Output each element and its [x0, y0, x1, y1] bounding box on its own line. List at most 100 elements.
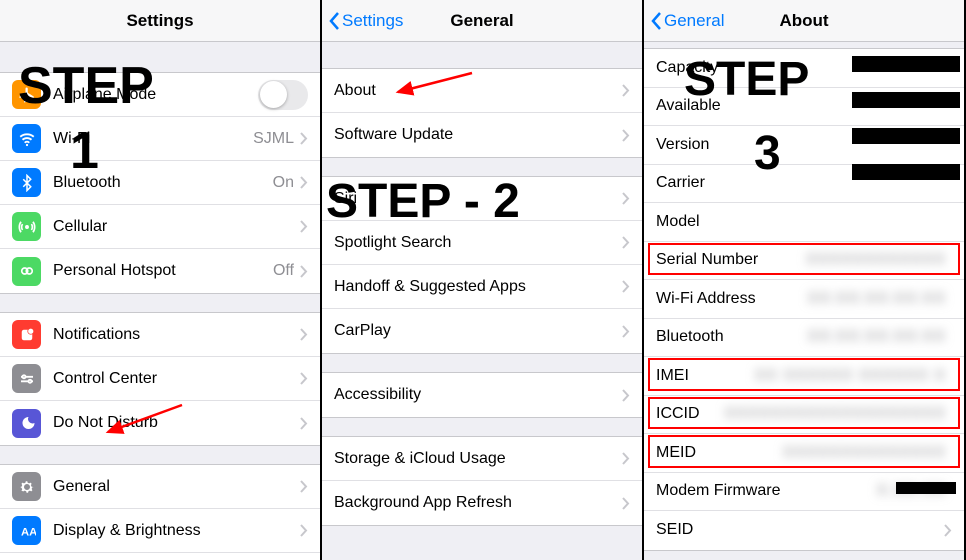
row-wallpaper[interactable]: Wallpaper — [0, 553, 320, 560]
chevron-right-icon — [300, 176, 308, 189]
about-row-meid: MEIDXXXXXXXXXXXXXX — [644, 434, 964, 473]
row-label: Cellular — [53, 218, 300, 236]
row-label: Model — [656, 213, 946, 231]
general-pane: Settings General About Software Update S… — [322, 0, 644, 560]
settings-group-general: General AA Display & Brightness Wallpape… — [0, 464, 320, 560]
row-label: Bluetooth — [53, 174, 273, 192]
general-group-3: Accessibility — [322, 372, 642, 418]
row-label: Storage & iCloud Usage — [334, 450, 622, 468]
settings-group-notifications: Notifications Control Center Do Not Dist… — [0, 312, 320, 446]
chevron-right-icon — [622, 452, 630, 465]
page-title: Settings — [126, 11, 193, 31]
row-label: Display & Brightness — [53, 522, 300, 540]
about-row-wi-fi-address: Wi-Fi AddressXX:XX:XX:XX:XX — [644, 280, 964, 319]
row-label: Personal Hotspot — [53, 262, 273, 280]
row-background-app-refresh[interactable]: Background App Refresh — [322, 481, 642, 525]
row-label: Airplane Mode — [53, 86, 258, 104]
notifications-icon — [12, 320, 41, 349]
row-label: Notifications — [53, 326, 300, 344]
row-general[interactable]: General — [0, 465, 320, 509]
about-row-model: Model — [644, 203, 964, 242]
row-carplay[interactable]: CarPlay — [322, 309, 642, 353]
row-label: Handoff & Suggested Apps — [334, 278, 622, 296]
row-bluetooth[interactable]: Bluetooth On — [0, 161, 320, 205]
row-label: Wi-Fi Address — [656, 290, 808, 308]
chevron-right-icon — [944, 524, 952, 537]
about-pane: General About CapacityAvailableVersionCa… — [644, 0, 966, 560]
cellular-icon — [12, 212, 41, 241]
row-label: SEID — [656, 521, 944, 539]
row-label: Serial Number — [656, 251, 806, 269]
about-row-serial-number: Serial NumberXXXXXXXXXXXX — [644, 242, 964, 281]
display-icon: AA — [12, 516, 41, 545]
bluetooth-icon — [12, 168, 41, 197]
row-software-update[interactable]: Software Update — [322, 113, 642, 157]
dnd-icon — [12, 409, 41, 438]
page-title: General — [450, 11, 513, 31]
chevron-right-icon — [622, 236, 630, 249]
gear-icon — [12, 472, 41, 501]
about-row-bluetooth: BluetoothXX:XX:XX:XX:XX — [644, 319, 964, 358]
chevron-right-icon — [622, 280, 630, 293]
row-value: XX XXXXXX XXXXXX X — [755, 367, 946, 385]
row-cellular[interactable]: Cellular — [0, 205, 320, 249]
row-handoff[interactable]: Handoff & Suggested Apps — [322, 265, 642, 309]
chevron-right-icon — [622, 497, 630, 510]
row-value: XX:XX:XX:XX:XX — [808, 328, 947, 346]
row-value: SJML — [253, 130, 294, 148]
redact-box-3 — [852, 128, 960, 144]
row-label: CarPlay — [334, 322, 622, 340]
redact-box-1 — [852, 56, 960, 72]
settings-group-connectivity: Airplane Mode Wi-Fi SJML Bluetooth On Ce… — [0, 72, 320, 294]
control-center-icon — [12, 364, 41, 393]
back-label: General — [664, 11, 724, 31]
row-storage-icloud[interactable]: Storage & iCloud Usage — [322, 437, 642, 481]
redact-box-2 — [852, 92, 960, 108]
chevron-right-icon — [300, 132, 308, 145]
row-label: About — [334, 82, 622, 100]
redact-box-5 — [896, 482, 956, 494]
chevron-right-icon — [300, 328, 308, 341]
row-label: ICCID — [656, 405, 724, 423]
header-bar: Settings — [0, 0, 320, 42]
redact-box-4 — [852, 164, 960, 180]
row-do-not-disturb[interactable]: Do Not Disturb — [0, 401, 320, 445]
about-list: CapacityAvailableVersionCarrierModelSeri… — [644, 48, 964, 551]
row-airplane-mode[interactable]: Airplane Mode — [0, 73, 320, 117]
row-about[interactable]: About — [322, 69, 642, 113]
page-title: About — [779, 11, 828, 31]
chevron-right-icon — [300, 220, 308, 233]
row-spotlight-search[interactable]: Spotlight Search — [322, 221, 642, 265]
row-value: XXXXXXXXXXXX — [806, 251, 946, 269]
row-label: Do Not Disturb — [53, 414, 300, 432]
header-bar: Settings General — [322, 0, 642, 42]
general-group-2: Siri Spotlight Search Handoff & Suggeste… — [322, 176, 642, 354]
row-accessibility[interactable]: Accessibility — [322, 373, 642, 417]
row-label: Background App Refresh — [334, 494, 622, 512]
about-row-seid[interactable]: SEID — [644, 511, 964, 550]
chevron-right-icon — [622, 84, 630, 97]
chevron-right-icon — [300, 524, 308, 537]
chevron-right-icon — [300, 480, 308, 493]
row-label: Control Center — [53, 370, 300, 388]
row-notifications[interactable]: Notifications — [0, 313, 320, 357]
row-value: XX:XX:XX:XX:XX — [808, 290, 947, 308]
row-control-center[interactable]: Control Center — [0, 357, 320, 401]
row-personal-hotspot[interactable]: Personal Hotspot Off — [0, 249, 320, 293]
row-display-brightness[interactable]: AA Display & Brightness — [0, 509, 320, 553]
row-label: Spotlight Search — [334, 234, 622, 252]
row-label: Siri — [334, 190, 622, 208]
about-row-imei: IMEIXX XXXXXX XXXXXX X — [644, 357, 964, 396]
row-siri[interactable]: Siri — [322, 177, 642, 221]
back-label: Settings — [342, 11, 403, 31]
general-group-1: About Software Update — [322, 68, 642, 158]
chevron-right-icon — [300, 372, 308, 385]
back-to-general[interactable]: General — [650, 11, 724, 31]
back-to-settings[interactable]: Settings — [328, 11, 403, 31]
row-label: General — [53, 478, 300, 496]
hotspot-icon — [12, 257, 41, 286]
row-wifi[interactable]: Wi-Fi SJML — [0, 117, 320, 161]
airplane-toggle[interactable] — [258, 80, 308, 110]
row-label: Software Update — [334, 126, 622, 144]
header-bar: General About — [644, 0, 964, 42]
